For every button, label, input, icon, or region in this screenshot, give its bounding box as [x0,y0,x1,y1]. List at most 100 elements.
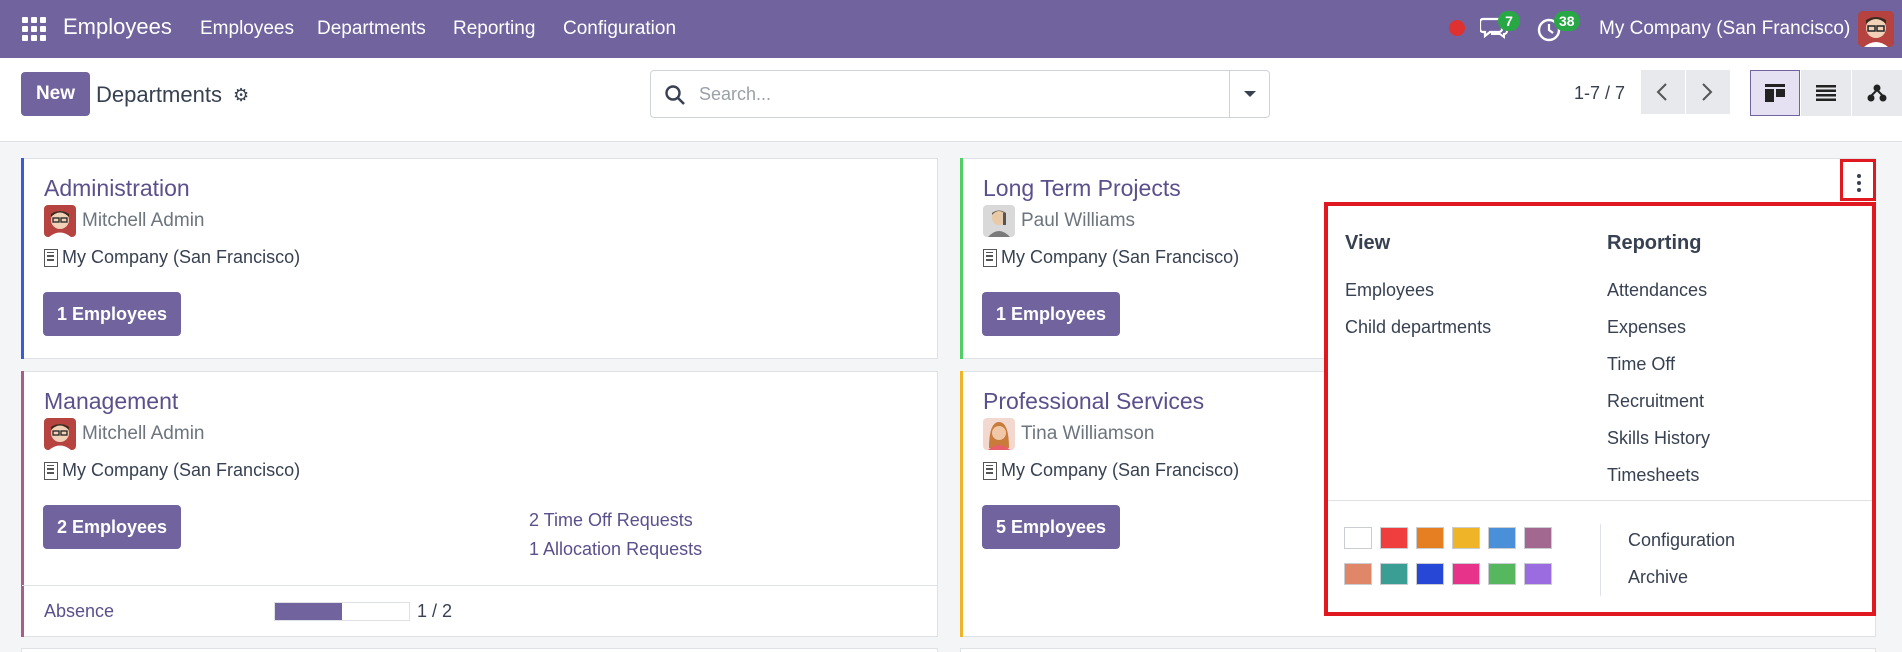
view-child-departments-item[interactable]: Child departments [1345,317,1491,338]
reporting-recruitment-item[interactable]: Recruitment [1607,391,1704,412]
hierarchy-icon [1867,84,1887,102]
dot [1857,174,1861,178]
building-icon [44,461,58,480]
department-card-administration[interactable]: Administration Mitchell Admin My Company… [21,158,938,359]
absence-progress-fill [275,603,342,620]
employees-button[interactable]: 5 Employees [982,505,1121,549]
app-name[interactable]: Employees [63,14,172,40]
avatar [44,418,76,450]
department-card-partial[interactable] [21,648,938,652]
reporting-timesheets-item[interactable]: Timesheets [1607,465,1699,486]
manager-name: Mitchell Admin [82,423,205,444]
card-title[interactable]: Management [44,388,178,415]
menu-reporting[interactable]: Reporting [453,18,535,40]
dot [1857,181,1861,185]
card-company: My Company (San Francisco) [983,247,1239,268]
card-company: My Company (San Francisco) [44,460,300,481]
employees-button[interactable]: 2 Employees [43,505,182,549]
pager-previous-button[interactable] [1641,70,1685,114]
top-navbar: Employees Employees Departments Reportin… [0,0,1902,58]
card-company: My Company (San Francisco) [44,247,300,268]
gear-icon[interactable]: ⚙ [233,85,249,106]
color-swatch-purple[interactable] [1524,527,1552,549]
avatar [983,418,1015,450]
menu-configuration[interactable]: Configuration [563,18,676,40]
color-swatch-violet[interactable] [1524,563,1552,585]
card-manager: Tina Williamson [983,418,1154,450]
search-icon [665,85,685,105]
card-title[interactable]: Long Term Projects [983,175,1181,202]
building-icon [983,248,997,267]
card-title[interactable]: Professional Services [983,388,1204,415]
color-swatch-teal[interactable] [1380,563,1408,585]
new-button[interactable]: New [21,72,90,116]
card-color-accent [21,158,24,359]
color-swatch-green[interactable] [1488,563,1516,585]
color-swatch-salmon[interactable] [1344,563,1372,585]
avatar [983,205,1015,237]
control-panel: New Departments ⚙ 1-7 / 7 [0,58,1902,142]
dot [1857,188,1861,192]
card-title[interactable]: Administration [44,175,190,202]
color-swatch-raspberry[interactable] [1452,563,1480,585]
search-options-toggle-icon[interactable] [1229,71,1269,117]
absence-progress-bar [274,602,410,621]
pager-next-button[interactable] [1686,70,1730,114]
color-swatch-cyan[interactable] [1488,527,1516,549]
department-card-partial[interactable] [960,648,1876,652]
kanban-icon [1765,84,1785,102]
reporting-heading: Reporting [1607,232,1702,254]
menu-employees[interactable]: Employees [200,18,294,40]
reporting-attendances-item[interactable]: Attendances [1607,280,1707,301]
card-color-accent [960,158,963,359]
building-icon [983,461,997,480]
employees-button[interactable]: 1 Employees [982,292,1121,336]
color-swatch-orange[interactable] [1416,527,1444,549]
absence-label[interactable]: Absence [44,601,114,622]
color-swatch-red[interactable] [1380,527,1408,549]
divider [1600,524,1601,596]
divider [1328,500,1872,501]
apps-menu-icon[interactable] [22,17,46,41]
list-view-button[interactable] [1801,70,1851,116]
card-manager: Mitchell Admin [44,418,205,450]
allocation-requests-link[interactable]: 1 Allocation Requests [529,539,702,560]
company-name: My Company (San Francisco) [1001,460,1240,480]
pager-value[interactable]: 1-7 / 7 [1574,83,1625,104]
manager-name: Tina Williamson [1021,423,1155,444]
user-avatar[interactable] [1858,11,1894,47]
view-heading: View [1345,232,1391,254]
hierarchy-view-button[interactable] [1852,70,1902,116]
card-color-accent [21,371,24,637]
page-title: Departments [96,82,222,107]
configuration-item[interactable]: Configuration [1628,530,1735,551]
employees-button[interactable]: 1 Employees [43,292,182,336]
reporting-skills-history-item[interactable]: Skills History [1607,428,1710,449]
card-options-dropdown: View Employees Child departments Reporti… [1324,202,1876,616]
color-swatch-none[interactable] [1344,527,1372,549]
absence-count: 1 / 2 [417,601,453,621]
avatar [44,205,76,237]
building-icon [44,248,58,267]
kanban-view-button[interactable] [1750,70,1800,116]
card-options-kebab-button[interactable] [1840,159,1876,201]
company-switcher[interactable]: My Company (San Francisco) [1599,18,1850,40]
reporting-time-off-item[interactable]: Time Off [1607,354,1675,375]
company-name: My Company (San Francisco) [62,247,301,267]
department-card-management[interactable]: Management Mitchell Admin My Company (Sa… [21,371,938,637]
manager-name: Mitchell Admin [82,210,205,231]
card-manager: Paul Williams [983,205,1135,237]
recording-indicator-icon[interactable] [1449,20,1465,36]
view-employees-item[interactable]: Employees [1345,280,1434,301]
archive-item[interactable]: Archive [1628,567,1688,588]
search-bar [650,70,1270,118]
menu-departments[interactable]: Departments [317,18,426,40]
color-swatch-blue[interactable] [1416,563,1444,585]
chat-count-badge: 7 [1498,11,1520,31]
time-off-requests-link[interactable]: 2 Time Off Requests [529,510,693,531]
reporting-expenses-item[interactable]: Expenses [1607,317,1686,338]
color-swatch-yellow[interactable] [1452,527,1480,549]
card-manager: Mitchell Admin [44,205,205,237]
search-input[interactable] [699,79,1199,109]
card-color-accent [960,371,963,637]
